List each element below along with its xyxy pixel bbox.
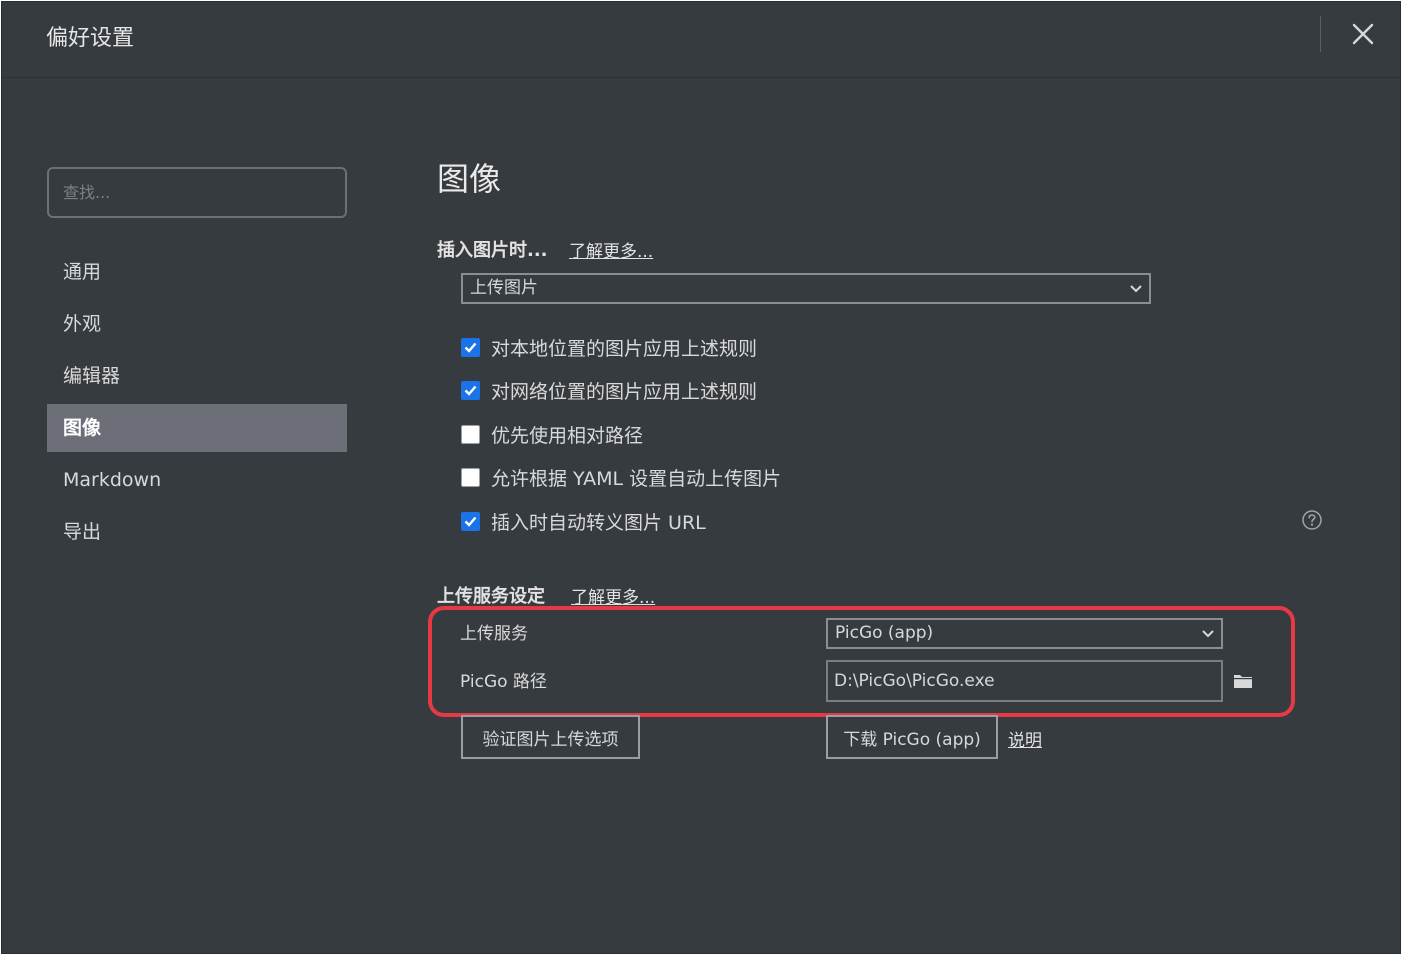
option-label: 插入时自动转义图片 URL bbox=[491, 511, 706, 534]
checkbox-checked[interactable] bbox=[461, 380, 480, 400]
download-picgo-button[interactable]: 下载 PicGo (app) bbox=[826, 715, 998, 759]
close-button[interactable] bbox=[1346, 16, 1380, 52]
window-title: 偏好设置 bbox=[46, 26, 135, 51]
sidebar-item-markdown[interactable]: Markdown bbox=[47, 456, 347, 504]
option-label: 对网络位置的图片应用上述规则 bbox=[491, 380, 758, 403]
sidebar-item-export[interactable]: 导出 bbox=[47, 508, 347, 556]
option-relative-path[interactable]: 优先使用相对路径 bbox=[461, 422, 644, 447]
insert-section-title: 插入图片时... bbox=[437, 240, 548, 261]
upload-learn-more-link[interactable]: 了解更多... bbox=[571, 583, 655, 608]
sidebar-item-general[interactable]: 通用 bbox=[47, 248, 347, 296]
option-label: 优先使用相对路径 bbox=[491, 424, 644, 447]
verify-upload-button[interactable]: 验证图片上传选项 bbox=[461, 715, 640, 759]
picgo-path-label: PicGo 路径 bbox=[460, 672, 547, 692]
picgo-path-input[interactable] bbox=[826, 660, 1223, 702]
checkbox-checked[interactable] bbox=[461, 337, 480, 357]
sidebar-item-image[interactable]: 图像 bbox=[47, 404, 347, 452]
preferences-window: 偏好设置 通用 外观 编辑器 图像 Markdown 导出 图像 插入图片时..… bbox=[1, 1, 1401, 954]
title-divider bbox=[1320, 16, 1321, 52]
upload-section-title: 上传服务设定 bbox=[437, 586, 545, 607]
sidebar-item-appearance[interactable]: 外观 bbox=[47, 300, 347, 348]
checkbox-unchecked[interactable] bbox=[461, 467, 480, 487]
insert-learn-more-link[interactable]: 了解更多... bbox=[569, 237, 653, 262]
upload-service-label: 上传服务 bbox=[460, 624, 528, 644]
checkbox-checked[interactable] bbox=[461, 511, 480, 531]
check-icon bbox=[464, 342, 477, 353]
option-label: 允许根据 YAML 设置自动上传图片 bbox=[491, 467, 782, 490]
chevron-down-icon bbox=[1130, 284, 1142, 292]
checkbox-unchecked[interactable] bbox=[461, 424, 480, 444]
check-icon bbox=[464, 516, 477, 527]
option-local-images[interactable]: 对本地位置的图片应用上述规则 bbox=[461, 335, 758, 360]
page-title: 图像 bbox=[437, 160, 502, 198]
check-icon bbox=[464, 385, 477, 396]
option-escape-url[interactable]: 插入时自动转义图片 URL bbox=[461, 509, 706, 534]
help-link[interactable]: 说明 bbox=[1008, 726, 1042, 751]
close-icon bbox=[1352, 23, 1374, 45]
option-label: 对本地位置的图片应用上述规则 bbox=[491, 337, 758, 360]
title-bar: 偏好设置 bbox=[2, 2, 1400, 78]
search-input[interactable] bbox=[47, 167, 347, 218]
insert-action-value: 上传图片 bbox=[470, 278, 538, 298]
sidebar-item-editor[interactable]: 编辑器 bbox=[47, 352, 347, 400]
folder-icon[interactable] bbox=[1233, 672, 1253, 690]
help-icon[interactable] bbox=[1301, 509, 1323, 531]
option-network-images[interactable]: 对网络位置的图片应用上述规则 bbox=[461, 378, 758, 403]
upload-service-value: PicGo (app) bbox=[835, 623, 934, 643]
option-yaml-upload[interactable]: 允许根据 YAML 设置自动上传图片 bbox=[461, 465, 782, 490]
insert-action-select[interactable]: 上传图片 bbox=[461, 273, 1151, 304]
upload-service-select[interactable]: PicGo (app) bbox=[826, 618, 1223, 649]
chevron-down-icon bbox=[1202, 629, 1214, 637]
